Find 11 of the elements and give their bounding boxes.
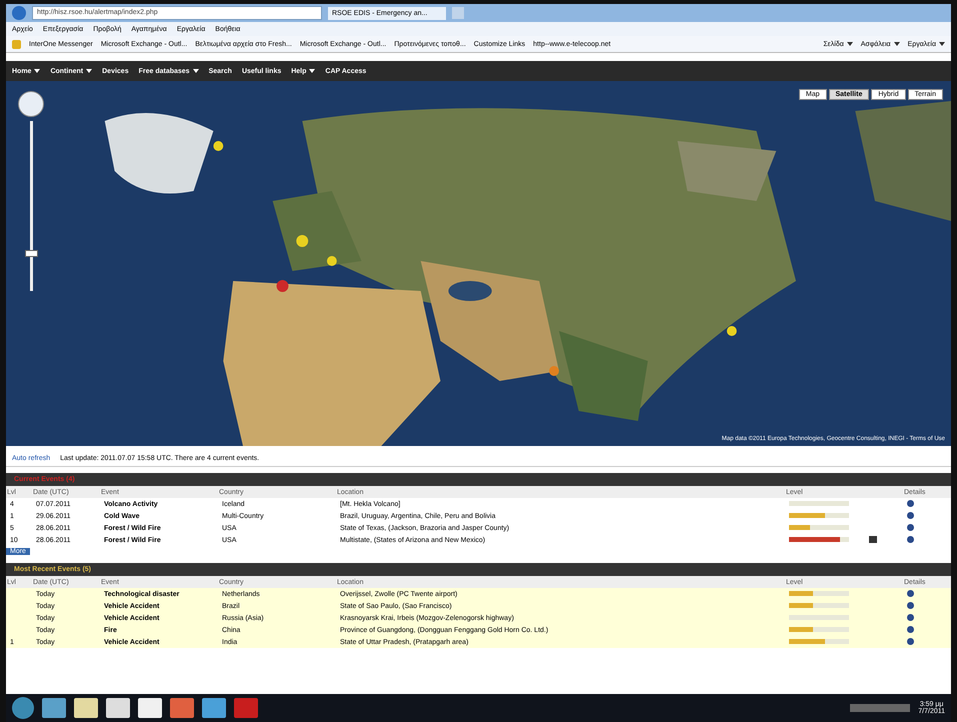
level-bar bbox=[789, 525, 849, 530]
level-bar bbox=[789, 639, 849, 644]
camera-icon[interactable] bbox=[869, 536, 877, 544]
zoom-slider-thumb[interactable] bbox=[24, 250, 38, 257]
start-button[interactable] bbox=[12, 697, 34, 719]
level-bar bbox=[789, 537, 849, 542]
level-bar bbox=[789, 603, 849, 608]
level-bar bbox=[789, 591, 849, 596]
level-bar bbox=[789, 627, 849, 632]
back-button[interactable] bbox=[12, 6, 26, 20]
level-bar bbox=[789, 513, 849, 518]
